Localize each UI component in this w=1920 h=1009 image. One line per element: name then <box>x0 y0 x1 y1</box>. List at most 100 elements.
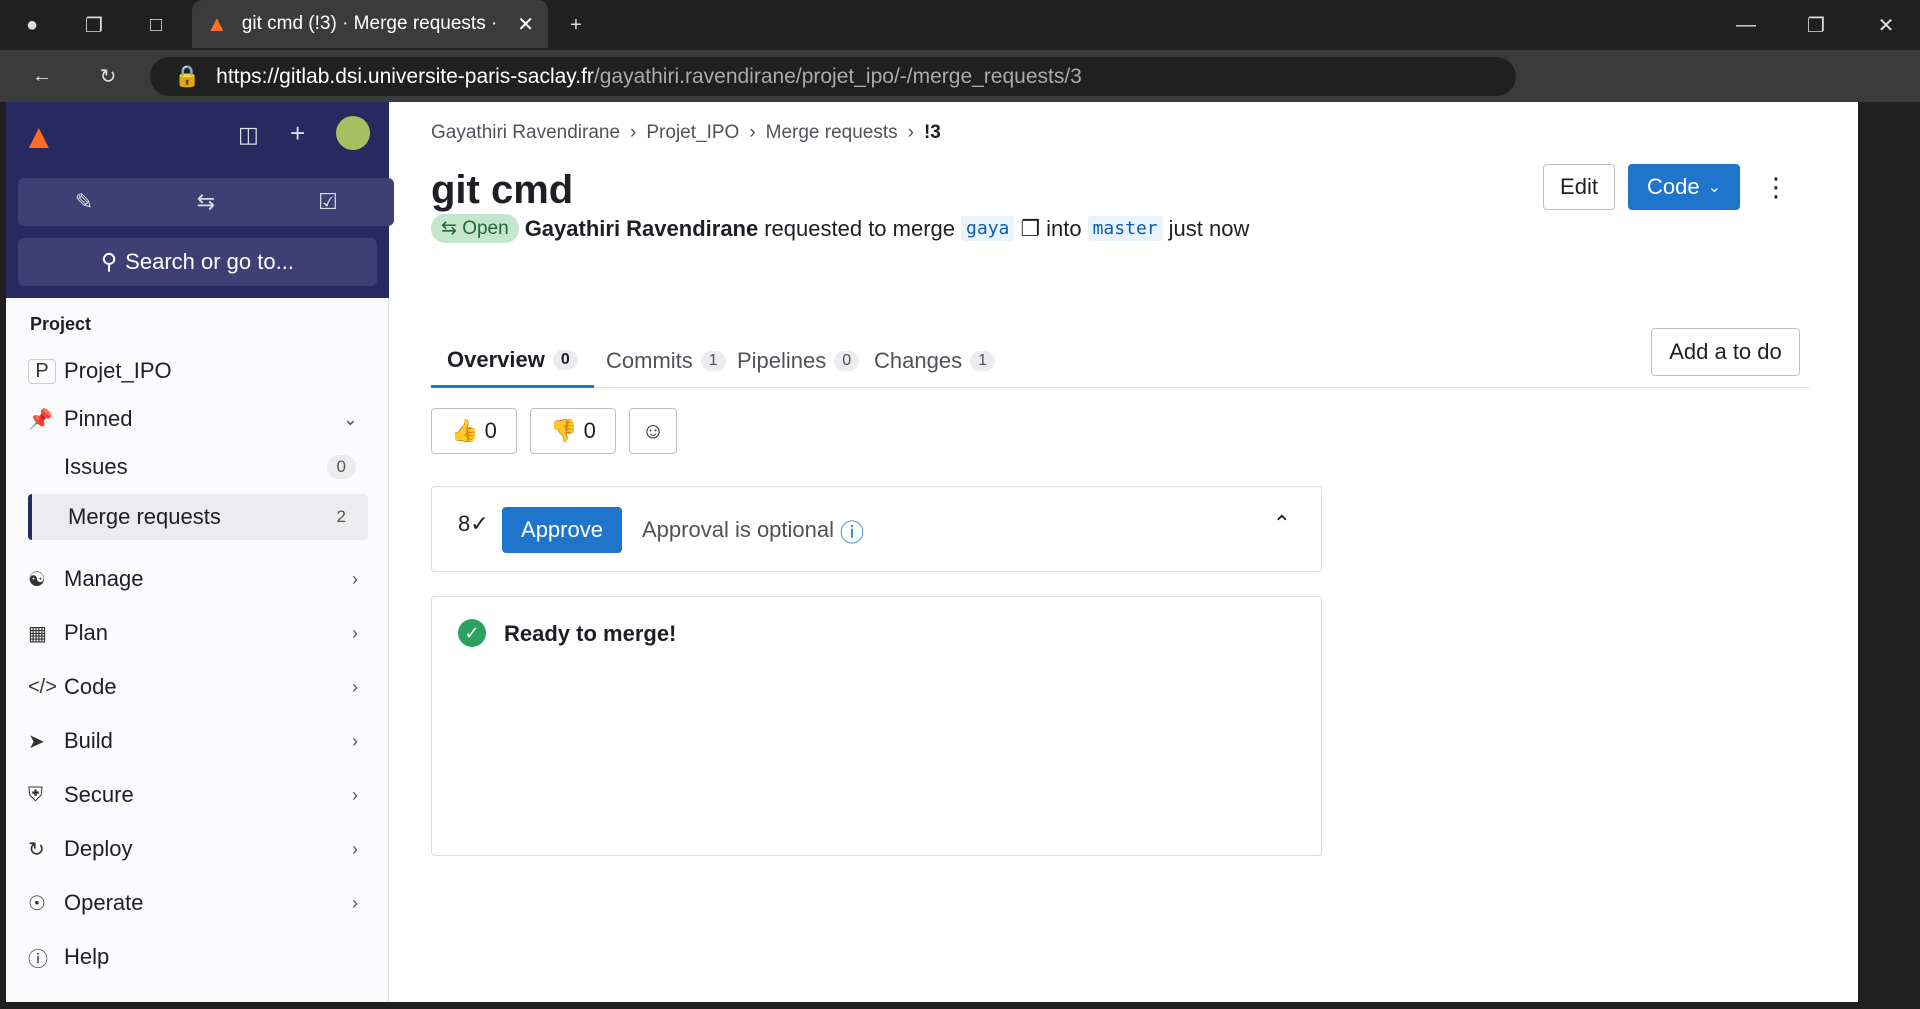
deploy-icon: ↻ <box>28 838 45 861</box>
project-name: Projet_IPO <box>64 358 172 383</box>
tab-commits-count: 1 <box>700 351 726 371</box>
tab-overview-count: 0 <box>552 349 578 370</box>
edit-button[interactable]: Edit <box>1543 164 1615 210</box>
sidebar-item-secure[interactable]: ⛨ Secure › <box>28 772 368 818</box>
minimize-icon[interactable]: — <box>1730 9 1762 41</box>
ready-text: Ready to merge! <box>504 621 677 646</box>
source-branch[interactable]: gaya <box>961 216 1015 241</box>
breadcrumb-user[interactable]: Gayathiri Ravendirane <box>431 122 620 144</box>
profile-icon[interactable]: ● <box>16 9 48 41</box>
tab-changes-label: Changes <box>874 348 963 373</box>
tab-changes[interactable]: Changes 1 <box>874 334 995 388</box>
address-bar[interactable]: 🔒 https://gitlab.dsi.universite-paris-sa… <box>150 57 1516 96</box>
workspaces-icon[interactable]: ❐ <box>78 9 110 41</box>
target-branch[interactable]: master <box>1087 216 1163 241</box>
sidebar-header: ▲ ◫ + ✎ ⇆ ☑ ⚲ Search or go to... <box>6 102 394 298</box>
operate-icon: ☉ <box>28 892 46 915</box>
mr-shortcut-button[interactable]: ⇆ <box>140 178 272 226</box>
edge-sidebar <box>1858 102 1920 1009</box>
refresh-icon[interactable]: ↻ <box>92 60 124 92</box>
breadcrumb: Gayathiri Ravendirane › Projet_IPO › Merge… <box>431 122 941 144</box>
rocket-icon: ➤ <box>28 730 45 753</box>
more-actions-icon[interactable]: ⋮ <box>1763 172 1789 203</box>
create-new-icon[interactable]: + <box>290 118 305 149</box>
merge-icon: ⇆ <box>441 218 463 239</box>
sidebar-item-manage[interactable]: ☯ Manage › <box>28 556 368 602</box>
chevron-right-icon: › <box>352 730 358 751</box>
approval-panel: 8✓ Approve Approval is optional ⓘ ⌃ <box>431 486 1322 572</box>
tab-pipelines-label: Pipelines <box>737 348 827 373</box>
thumbs-down-icon: 👎 <box>550 418 578 443</box>
todo-shortcut-button[interactable]: ☑ <box>262 178 394 226</box>
issues-count: 0 <box>326 455 356 479</box>
sidebar-item-operate[interactable]: ☉ Operate › <box>28 880 368 926</box>
avatar[interactable] <box>336 116 370 150</box>
browser-tab[interactable]: ▲ git cmd (!3) · Merge requests · Gi ✕ <box>192 0 548 48</box>
code-dropdown-button[interactable]: Code ⌄ <box>1628 164 1740 210</box>
thumbs-up-count: 0 <box>484 418 497 443</box>
chevron-right-icon: › <box>352 784 358 805</box>
status-badge: ⇆ Open <box>431 214 519 243</box>
url-path: /gayathiri.ravendirane/projet_ipo/-/merg… <box>593 64 1082 88</box>
plan-label: Plan <box>64 620 109 645</box>
add-reaction-button[interactable]: ☺ <box>629 408 677 454</box>
author-link[interactable]: Gayathiri Ravendirane <box>525 216 759 242</box>
close-window-icon[interactable]: ✕ <box>1870 9 1902 41</box>
add-todo-button[interactable]: Add a to do <box>1651 328 1800 376</box>
chevron-right-icon: › <box>352 676 358 697</box>
gitlab-logo-icon[interactable]: ▲ <box>22 118 62 158</box>
tab-commits-label: Commits <box>606 348 693 373</box>
breadcrumb-project[interactable]: Projet_IPO <box>646 122 739 144</box>
sidebar-item-build[interactable]: ➤ Build › <box>28 718 368 764</box>
sidebar-section-title: Project <box>30 314 92 334</box>
tab-commits[interactable]: Commits 1 <box>606 334 726 388</box>
chevron-right-icon: › <box>352 622 358 643</box>
deploy-label: Deploy <box>64 836 133 861</box>
sidebar-item-issues[interactable]: Issues 0 <box>28 444 368 490</box>
search-button[interactable]: ⚲ Search or go to... <box>18 238 377 286</box>
sidebar-pinned[interactable]: 📌 Pinned ⌄ <box>28 396 368 442</box>
mr-count: 2 <box>326 505 356 529</box>
approval-text: Approval is optional <box>642 517 835 542</box>
sidebar-project[interactable]: P Projet_IPO <box>28 348 368 394</box>
pinned-label: Pinned <box>64 406 133 431</box>
browser-navbar: ← ↻ 🔒 https://gitlab.dsi.universite-pari… <box>0 50 1920 102</box>
help-icon[interactable]: ⓘ <box>840 513 864 548</box>
thumbs-up-button[interactable]: 👍 0 <box>431 408 517 454</box>
help-button[interactable]: ⓘ Help <box>28 934 368 980</box>
sidebar-item-code[interactable]: </> Code › <box>28 664 368 710</box>
operate-label: Operate <box>64 890 144 915</box>
sidebar-item-plan[interactable]: ▦ Plan › <box>28 610 368 656</box>
chevron-right-icon: › <box>352 892 358 913</box>
browser-titlebar: ● ❐ □ ▲ git cmd (!3) · Merge requests · … <box>0 0 1920 50</box>
tab-overview[interactable]: Overview 0 <box>431 334 594 388</box>
new-tab-icon[interactable]: + <box>560 9 592 41</box>
tab-pipelines-count: 0 <box>834 351 860 371</box>
project-avatar: P <box>28 358 56 384</box>
issues-shortcut-button[interactable]: ✎ <box>18 178 150 226</box>
thumbs-down-button[interactable]: 👎 0 <box>530 408 616 454</box>
tab-pipelines[interactable]: Pipelines 0 <box>737 334 860 388</box>
help-icon: ⓘ <box>28 948 48 971</box>
breadcrumb-mrs[interactable]: Merge requests <box>766 122 898 144</box>
tab-actions-icon[interactable]: □ <box>140 9 172 41</box>
page-title: git cmd <box>431 168 574 212</box>
sidebar-item-merge-requests[interactable]: Merge requests 2 <box>28 494 368 540</box>
smiley-icon: ☺ <box>641 418 665 443</box>
chevron-up-icon[interactable]: ⌃ <box>1273 511 1291 537</box>
breadcrumb-mr[interactable]: !3 <box>924 122 941 144</box>
copy-icon[interactable]: ❐ <box>1020 216 1040 242</box>
status-label: Open <box>462 218 509 239</box>
requested-text: requested to merge <box>764 215 956 241</box>
main-content: Gayathiri Ravendirane › Projet_IPO › Merge… <box>418 102 1858 1002</box>
close-tab-icon[interactable]: ✕ <box>517 12 534 37</box>
url-host: https://gitlab.dsi.universite-paris-sacl… <box>216 64 594 88</box>
lock-icon: 🔒 <box>174 64 201 88</box>
approve-button[interactable]: Approve <box>502 507 622 553</box>
sidebar-item-deploy[interactable]: ↻ Deploy › <box>28 826 368 872</box>
back-icon[interactable]: ← <box>26 60 58 92</box>
tab-title: git cmd (!3) · Merge requests · Gi <box>241 13 504 34</box>
chevron-down-icon: ⌄ <box>1707 179 1721 196</box>
sidebar-toggle-icon[interactable]: ◫ <box>238 122 259 148</box>
restore-icon[interactable]: ❐ <box>1800 9 1832 41</box>
